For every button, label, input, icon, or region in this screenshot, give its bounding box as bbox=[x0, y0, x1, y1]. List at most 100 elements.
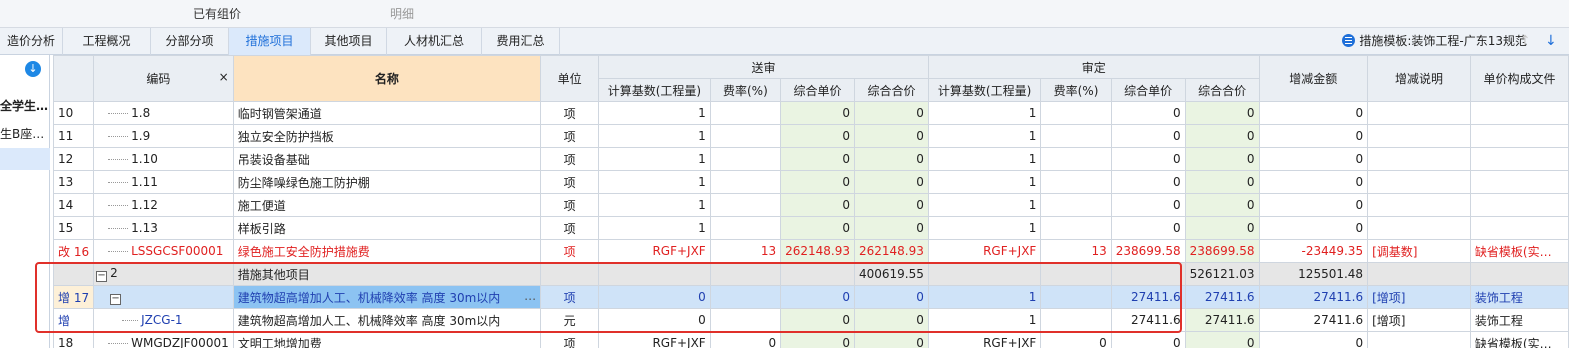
tab-cost-summary[interactable]: 费用汇总 bbox=[482, 28, 560, 55]
row-calc-base-approved[interactable]: RGF+JXF bbox=[927, 239, 1042, 263]
row-composition[interactable]: 装饰工程 bbox=[1469, 308, 1569, 332]
row-rate-approved[interactable] bbox=[1040, 308, 1112, 332]
row-calc-base-approved[interactable]: RGF+JXF bbox=[927, 331, 1042, 348]
row-delta-note[interactable] bbox=[1367, 124, 1471, 148]
row-composition[interactable] bbox=[1469, 147, 1569, 171]
row-calc-base[interactable]: 1 bbox=[598, 101, 711, 125]
col-unit[interactable]: 单位 bbox=[540, 55, 600, 102]
row-rate[interactable] bbox=[709, 170, 782, 194]
row-calc-base-approved[interactable]: 1 bbox=[927, 170, 1042, 194]
col-unit-price[interactable]: 综合单价 bbox=[780, 78, 855, 102]
row-delta-note[interactable] bbox=[1367, 170, 1471, 194]
table-row-group[interactable]: −2 措施其他项目 400619.55 526121.03 125501.48 bbox=[53, 262, 1569, 286]
table-row[interactable]: 14 1.12 施工便道 项 1 0 0 1 0 0 0 bbox=[53, 193, 1569, 217]
collapse-icon[interactable]: − bbox=[96, 271, 108, 282]
table-row[interactable]: 11 1.9 独立安全防护挡板 项 1 0 0 1 0 0 0 bbox=[53, 124, 1569, 148]
table-row-added-selected[interactable]: 增 17 − 建筑物超高增加人工、机械降效率 高度 30m以内… 项 0 0 0… bbox=[53, 285, 1569, 309]
row-delta-note[interactable] bbox=[1367, 147, 1471, 171]
row-composition[interactable] bbox=[1469, 101, 1569, 125]
row-code[interactable]: −2 bbox=[93, 262, 234, 286]
row-name[interactable]: 防尘降噪绿色施工防护棚 bbox=[232, 170, 542, 194]
arrow-up-icon[interactable]: ↑ bbox=[1519, 33, 1531, 49]
row-name[interactable]: 临时钢管架通道 bbox=[232, 101, 542, 125]
col-name[interactable]: 名称 bbox=[232, 55, 542, 102]
row-rate[interactable]: 0 bbox=[709, 331, 782, 348]
row-rate[interactable] bbox=[709, 193, 782, 217]
row-name[interactable]: 措施其他项目 bbox=[232, 262, 542, 286]
col-code[interactable]: 编码 × bbox=[93, 55, 234, 102]
row-composition[interactable] bbox=[1469, 216, 1569, 240]
row-code[interactable]: JZCG-1 bbox=[93, 308, 234, 332]
table-row-modified[interactable]: 改 16 LSSGCSF00001 绿色施工安全防护措施费 项 RGF+JXF … bbox=[53, 239, 1569, 263]
table-row[interactable]: 13 1.11 防尘降噪绿色施工防护棚 项 1 0 0 1 0 0 0 bbox=[53, 170, 1569, 194]
col-total-price[interactable]: 综合合价 bbox=[854, 78, 929, 102]
row-composition[interactable]: 装饰工程 bbox=[1469, 285, 1569, 309]
arrow-down-icon[interactable]: ↓ bbox=[1545, 33, 1557, 49]
col-unit-price-approved[interactable]: 综合单价 bbox=[1110, 78, 1186, 102]
row-rate[interactable] bbox=[709, 216, 782, 240]
close-icon[interactable]: × bbox=[219, 70, 229, 84]
row-name[interactable]: 文明工地增加费 bbox=[232, 331, 542, 348]
row-code[interactable]: − bbox=[93, 285, 234, 309]
row-name[interactable]: 绿色施工安全防护措施费 bbox=[232, 239, 542, 263]
row-calc-base-approved[interactable]: 1 bbox=[927, 124, 1042, 148]
row-name[interactable]: 吊装设备基础 bbox=[232, 147, 542, 171]
row-calc-base[interactable]: 1 bbox=[598, 216, 711, 240]
row-name[interactable]: 施工便道 bbox=[232, 193, 542, 217]
row-delta-note[interactable]: [增项] bbox=[1367, 308, 1471, 332]
sidebar-item[interactable]: 全学生… bbox=[0, 95, 50, 117]
row-calc-base[interactable]: 0 bbox=[598, 308, 711, 332]
row-calc-base[interactable]: 1 bbox=[598, 124, 711, 148]
download-icon[interactable]: ↓ bbox=[25, 61, 41, 77]
row-rate[interactable] bbox=[709, 101, 782, 125]
row-code[interactable]: 1.8 bbox=[93, 101, 234, 125]
col-rate-approved[interactable]: 费率(%) bbox=[1040, 78, 1112, 102]
col-calc-base-approved[interactable]: 计算基数(工程量) bbox=[927, 78, 1042, 102]
row-delta-note[interactable] bbox=[1367, 101, 1471, 125]
tab-measures[interactable]: 措施项目 bbox=[229, 28, 311, 55]
tab-labor-material[interactable]: 人材机汇总 bbox=[387, 28, 482, 55]
row-delta-note[interactable]: [增项] bbox=[1367, 285, 1471, 309]
row-rate-approved[interactable] bbox=[1040, 285, 1112, 309]
row-delta-note[interactable] bbox=[1367, 216, 1471, 240]
row-delta-note[interactable] bbox=[1367, 193, 1471, 217]
row-calc-base-approved[interactable]: 1 bbox=[927, 216, 1042, 240]
col-calc-base[interactable]: 计算基数(工程量) bbox=[598, 78, 711, 102]
tab-other-items[interactable]: 其他项目 bbox=[311, 28, 387, 55]
col-rate[interactable]: 费率(%) bbox=[709, 78, 782, 102]
row-rate-approved[interactable] bbox=[1040, 124, 1112, 148]
row-calc-base-approved[interactable]: 1 bbox=[927, 147, 1042, 171]
col-delta-note[interactable]: 增减说明 bbox=[1367, 55, 1471, 102]
row-calc-base-approved[interactable]: 1 bbox=[927, 285, 1042, 309]
row-rate-approved[interactable] bbox=[1040, 147, 1112, 171]
row-calc-base-approved[interactable]: 1 bbox=[927, 101, 1042, 125]
sidebar-item-selected[interactable] bbox=[0, 148, 50, 170]
sidebar-item[interactable]: 生B座… bbox=[0, 123, 50, 145]
row-rate[interactable]: 13 bbox=[709, 239, 782, 263]
row-unit[interactable]: 项 bbox=[540, 170, 600, 194]
row-calc-base[interactable]: RGF+JXF bbox=[598, 331, 711, 348]
row-unit[interactable]: 项 bbox=[540, 285, 600, 309]
row-delta-note[interactable]: [调基数] bbox=[1367, 239, 1471, 263]
col-delta[interactable]: 增减金额 bbox=[1258, 55, 1369, 102]
row-code[interactable]: WMGDZJF00001 bbox=[93, 331, 234, 348]
row-code[interactable]: 1.10 bbox=[93, 147, 234, 171]
row-code[interactable]: 1.13 bbox=[93, 216, 234, 240]
row-unit[interactable]: 项 bbox=[540, 239, 600, 263]
row-rate-approved[interactable] bbox=[1040, 193, 1112, 217]
row-rate[interactable] bbox=[709, 308, 782, 332]
row-code[interactable]: 1.9 bbox=[93, 124, 234, 148]
ribbon-details[interactable]: 明细 bbox=[390, 5, 414, 22]
table-row-added-child[interactable]: 增 JZCG-1 建筑物超高增加人工、机械降效率 高度 30m以内 元 0 0 … bbox=[53, 308, 1569, 332]
row-calc-base[interactable]: 1 bbox=[598, 147, 711, 171]
row-calc-base[interactable]: 1 bbox=[598, 170, 711, 194]
more-icon[interactable]: … bbox=[524, 289, 536, 303]
row-rate[interactable] bbox=[709, 124, 782, 148]
row-rate-approved[interactable]: 0 bbox=[1040, 331, 1112, 348]
row-rate-approved[interactable] bbox=[1040, 101, 1112, 125]
row-name[interactable]: 建筑物超高增加人工、机械降效率 高度 30m以内… bbox=[232, 285, 542, 309]
row-composition[interactable] bbox=[1469, 170, 1569, 194]
tab-project-overview[interactable]: 工程概况 bbox=[63, 28, 151, 55]
table-row[interactable]: 18 WMGDZJF00001 文明工地增加费 项 RGF+JXF 0 0 0 … bbox=[53, 331, 1569, 348]
row-composition[interactable] bbox=[1469, 193, 1569, 217]
